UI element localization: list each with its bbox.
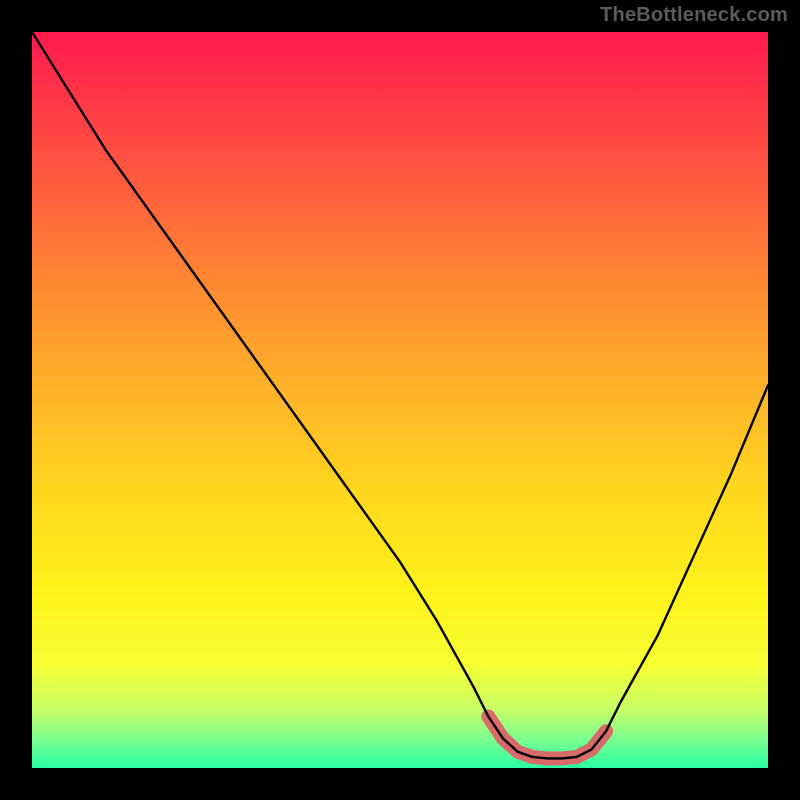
curve-overlay bbox=[32, 32, 768, 768]
watermark-text: TheBottleneck.com bbox=[600, 4, 788, 27]
plot-area bbox=[32, 32, 768, 768]
curve-main-line bbox=[32, 32, 768, 758]
chart-frame: TheBottleneck.com bbox=[0, 0, 800, 800]
